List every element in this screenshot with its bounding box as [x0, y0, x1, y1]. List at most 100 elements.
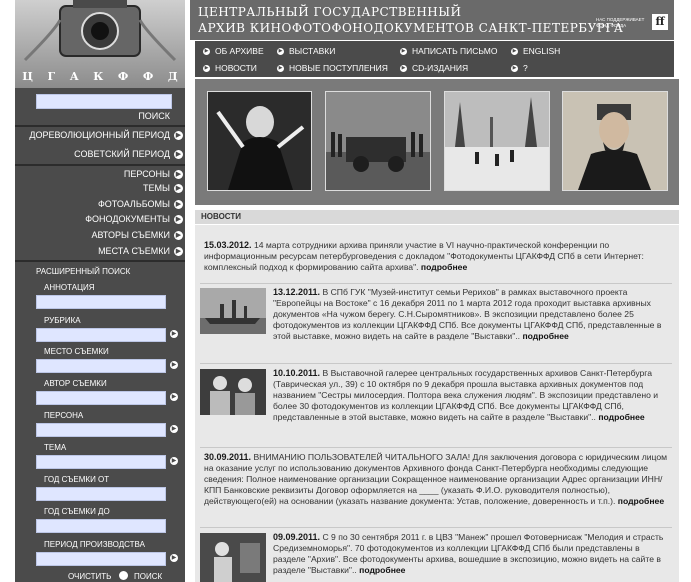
search-input[interactable] — [36, 94, 172, 109]
photo-conductor[interactable] — [207, 91, 312, 191]
nav-label: ДОРЕВОЛЮЦИОННЫЙ ПЕРИОД — [29, 130, 170, 140]
news-heading-bar: НОВОСТИ — [195, 210, 679, 224]
person-select[interactable] — [36, 423, 166, 437]
arrow-right-icon: ▶ — [174, 149, 183, 159]
menu-item-about[interactable]: ▶ ОБ АРХИВЕ — [203, 46, 264, 56]
news-text: В СПб ГУК "Музей-институт семьи Рерихов"… — [273, 287, 662, 341]
field-label: АВТОР СЪЕМКИ — [44, 379, 107, 388]
menu-item-help[interactable]: ▶? — [511, 63, 528, 73]
menu-item-english[interactable]: ▶ ENGLISH — [511, 46, 560, 56]
separator-dot-icon — [119, 571, 128, 580]
menu-item-new-arrivals[interactable]: ▶ НОВЫЕ ПОСТУПЛЕНИЯ — [277, 63, 388, 73]
author-select[interactable] — [36, 391, 166, 405]
rubric-select[interactable] — [36, 328, 166, 342]
menu-label: ВЫСТАВКИ — [289, 46, 336, 56]
nav-item-themes[interactable]: ТЕМЫ ▶ — [15, 183, 183, 193]
site-title-line2: АРХИВ КИНОФОТОФОНОДОКУМЕНТОВ САНКТ-ПЕТЕР… — [198, 21, 624, 35]
more-link[interactable]: подробнее — [421, 262, 467, 272]
nav-item-prerevolutionary[interactable]: ДОРЕВОЛЮЦИОННЫЙ ПЕРИОД ▶ — [15, 130, 183, 140]
divider — [200, 527, 672, 528]
search-button[interactable]: ПОИСК — [15, 111, 170, 121]
photo-portrait[interactable] — [562, 91, 668, 191]
nav-label: ТЕМЫ — [143, 183, 170, 193]
annotation-input[interactable] — [36, 295, 166, 309]
year-to-input[interactable] — [36, 519, 166, 533]
support-text: НАС ПОДДЕРЖИВАЕТ ФОНД ФОРДА — [596, 17, 645, 28]
menu-item-news[interactable]: ▶ НОВОСТИ — [203, 63, 257, 73]
arrow-right-icon: ▶ — [277, 47, 284, 55]
arrow-right-icon: ▶ — [400, 64, 407, 72]
top-menu: ▶ ОБ АРХИВЕ ▶ ВЫСТАВКИ ▶ НАПИСАТЬ ПИСЬМО ▶ E… — [195, 41, 674, 77]
arrow-right-icon: ▶ — [174, 246, 183, 256]
site-title-line1: ЦЕНТРАЛЬНЫЙ ГОСУДАРСТВЕННЫЙ — [198, 5, 462, 19]
news-thumbnail-ship[interactable] — [200, 288, 266, 334]
menu-label: ENGLISH — [523, 46, 561, 56]
news-date: 09.09.2011. — [273, 532, 321, 542]
field-label: ГОД СЪЕМКИ ОТ — [44, 475, 110, 484]
arrow-right-icon[interactable]: ▶ — [170, 554, 178, 562]
field-label: МЕСТО СЪЕМКИ — [44, 347, 109, 356]
arrow-right-icon[interactable]: ▶ — [170, 425, 178, 433]
menu-item-exhibitions[interactable]: ▶ ВЫСТАВКИ — [277, 46, 335, 56]
nav-item-phonodocuments[interactable]: ФОНОДОКУМЕНТЫ ▶ — [15, 214, 183, 224]
nav-item-soviet[interactable]: СОВЕТСКИЙ ПЕРИОД ▶ — [15, 149, 183, 159]
nav-item-places[interactable]: МЕСТА СЪЕМКИ ▶ — [15, 246, 183, 256]
more-link[interactable]: подробнее — [522, 331, 568, 341]
arrow-right-icon[interactable]: ▶ — [170, 330, 178, 338]
menu-label: НОВЫЕ ПОСТУПЛЕНИЯ — [289, 63, 388, 73]
arrow-right-icon: ▶ — [174, 130, 183, 140]
arrow-right-icon[interactable]: ▶ — [170, 361, 178, 369]
photo-strip — [195, 79, 679, 205]
arrow-right-icon[interactable]: ▶ — [170, 457, 178, 465]
field-label: ПЕРИОД ПРОИЗВОДСТВА — [44, 540, 145, 549]
menu-item-cd[interactable]: ▶ CD-ИЗДАНИЯ — [400, 63, 468, 73]
news-heading: НОВОСТИ — [201, 212, 242, 221]
logo-letter: А — [69, 69, 79, 83]
production-period-select[interactable] — [36, 552, 166, 566]
arrow-right-icon: ▶ — [174, 230, 183, 240]
more-link[interactable]: подробнее — [618, 496, 664, 506]
news-item: 30.09.2011. ВНИМАНИЮ ПОЛЬЗОВАТЕЛЕЙ ЧИТАЛ… — [204, 452, 672, 507]
shooting-place-select[interactable] — [36, 359, 166, 373]
menu-label: НОВОСТИ — [215, 63, 257, 73]
logo-letter: Ц — [22, 69, 33, 83]
arrow-right-icon[interactable]: ▶ — [170, 393, 178, 401]
arrow-right-icon: ▶ — [511, 47, 518, 55]
advanced-search-button[interactable]: ПОИСК — [134, 572, 162, 581]
logo-letters: Ц Г А К Ф Ф Д — [15, 64, 185, 88]
more-link[interactable]: подробнее — [359, 565, 405, 575]
news-text: С 9 по 30 сентября 2011 г. в ЦВЗ "Манеж"… — [273, 532, 664, 575]
arrow-right-icon: ▶ — [174, 199, 183, 209]
menu-item-write-letter[interactable]: ▶ НАПИСАТЬ ПИСЬМО — [400, 46, 497, 56]
nav-item-authors[interactable]: АВТОРЫ СЪЕМКИ ▶ — [15, 230, 183, 240]
divider — [15, 260, 185, 262]
menu-label: НАПИСАТЬ ПИСЬМО — [412, 46, 498, 56]
camera-emblem-icon — [23, 0, 177, 62]
arrow-right-icon: ▶ — [174, 214, 183, 224]
divider — [15, 125, 185, 127]
nav-item-persons[interactable]: ПЕРСОНЫ ▶ — [15, 169, 183, 179]
site-header: ЦЕНТРАЛЬНЫЙ ГОСУДАРСТВЕННЫЙ АРХИВ КИНОФО… — [190, 0, 674, 40]
field-label: ТЕМА — [44, 443, 67, 452]
field-label: ПЕРСОНА — [44, 411, 84, 420]
news-item: 10.10.2011. В Выставочной галерее центра… — [273, 368, 673, 423]
news-date: 10.10.2011. — [273, 368, 321, 378]
news-thumbnail-manege[interactable] — [200, 533, 266, 582]
news-date: 13.12.2011. — [273, 287, 321, 297]
nav-item-photoalbums[interactable]: ФОТОАЛЬБОМЫ ▶ — [15, 199, 183, 209]
menu-label: CD-ИЗДАНИЯ — [412, 63, 469, 73]
year-from-input[interactable] — [36, 487, 166, 501]
menu-label: ОБ АРХИВЕ — [215, 46, 264, 56]
more-link[interactable]: подробнее — [598, 412, 644, 422]
logo-letter: Ф — [142, 69, 154, 83]
theme-select[interactable] — [36, 455, 166, 469]
arrow-right-icon: ▶ — [277, 64, 284, 72]
news-text: ВНИМАНИЮ ПОЛЬЗОВАТЕЛЕЙ ЧИТАЛЬНОГО ЗАЛА! … — [204, 452, 668, 506]
photo-winter-park[interactable] — [444, 91, 550, 191]
news-thumbnail-nurses[interactable] — [200, 369, 266, 415]
nav-label: СОВЕТСКИЙ ПЕРИОД — [74, 149, 170, 159]
divider — [200, 283, 672, 284]
clear-button[interactable]: ОЧИСТИТЬ — [68, 572, 111, 581]
photo-military[interactable] — [325, 91, 431, 191]
ford-foundation-logo[interactable]: ff — [652, 14, 668, 30]
